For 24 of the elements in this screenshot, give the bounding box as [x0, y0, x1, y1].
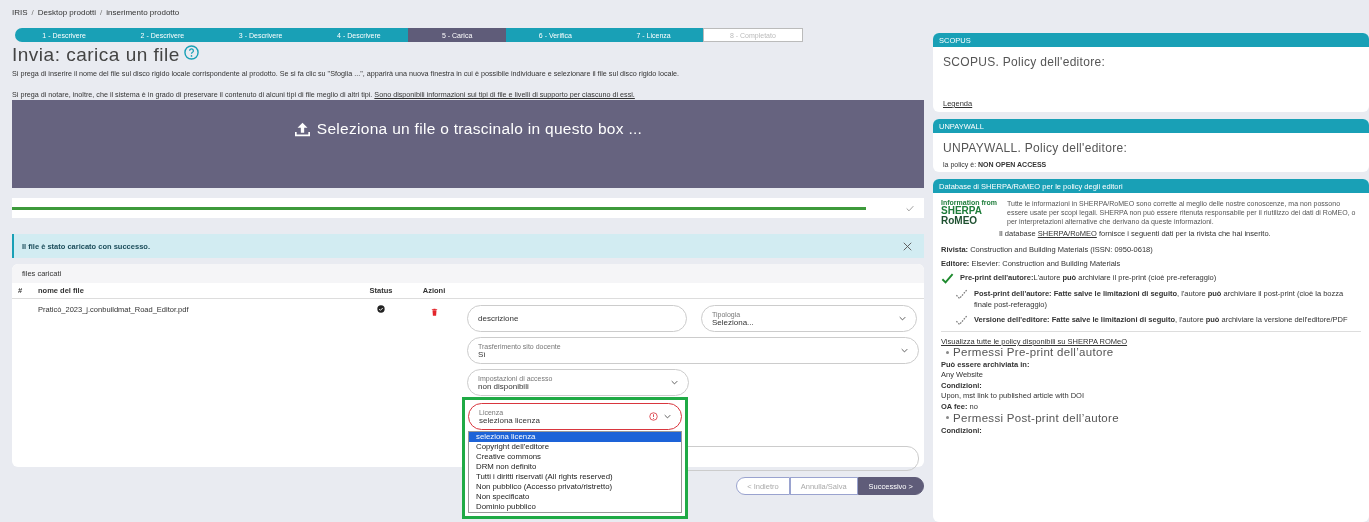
delete-icon[interactable]: [430, 308, 438, 316]
panel-title: UNPAYWALL. Policy dell'editore:: [943, 141, 1129, 155]
breadcrumb-link[interactable]: Desktop prodotti: [37, 7, 97, 17]
page-title: Invia: carica un file: [12, 44, 180, 66]
description-field[interactable]: descrizione: [467, 305, 687, 332]
chevron-down-icon: [901, 348, 908, 353]
upload-icon: [293, 122, 311, 137]
breadcrumb-separator: /: [100, 7, 103, 17]
chevron-down-icon: [899, 316, 906, 321]
close-icon[interactable]: [903, 241, 912, 251]
breadcrumb-link[interactable]: IRIS: [12, 7, 28, 17]
section-heading: Permessi Post-print dell’autore: [953, 411, 1119, 424]
chevron-down-icon: [671, 380, 678, 385]
section-heading: Permessi Pre-print dell’autore: [953, 346, 1114, 358]
breadcrumb-separator: /: [31, 7, 34, 17]
panel-title: SCOPUS. Policy dell'editore:: [943, 55, 1107, 69]
file-dropzone[interactable]: Seleziona un file o trascinalo in questo box ...: [12, 100, 924, 188]
error-icon: [649, 412, 658, 421]
bullet-icon: [946, 416, 949, 419]
help-icon[interactable]: [183, 45, 199, 60]
dropzone-label: Seleziona un file o trascinalo in questo box ...: [316, 120, 643, 138]
bullet-icon: [946, 350, 949, 354]
breadcrumb-link[interactable]: inserimento prodotto: [106, 7, 180, 17]
chevron-down-icon: [664, 414, 671, 419]
